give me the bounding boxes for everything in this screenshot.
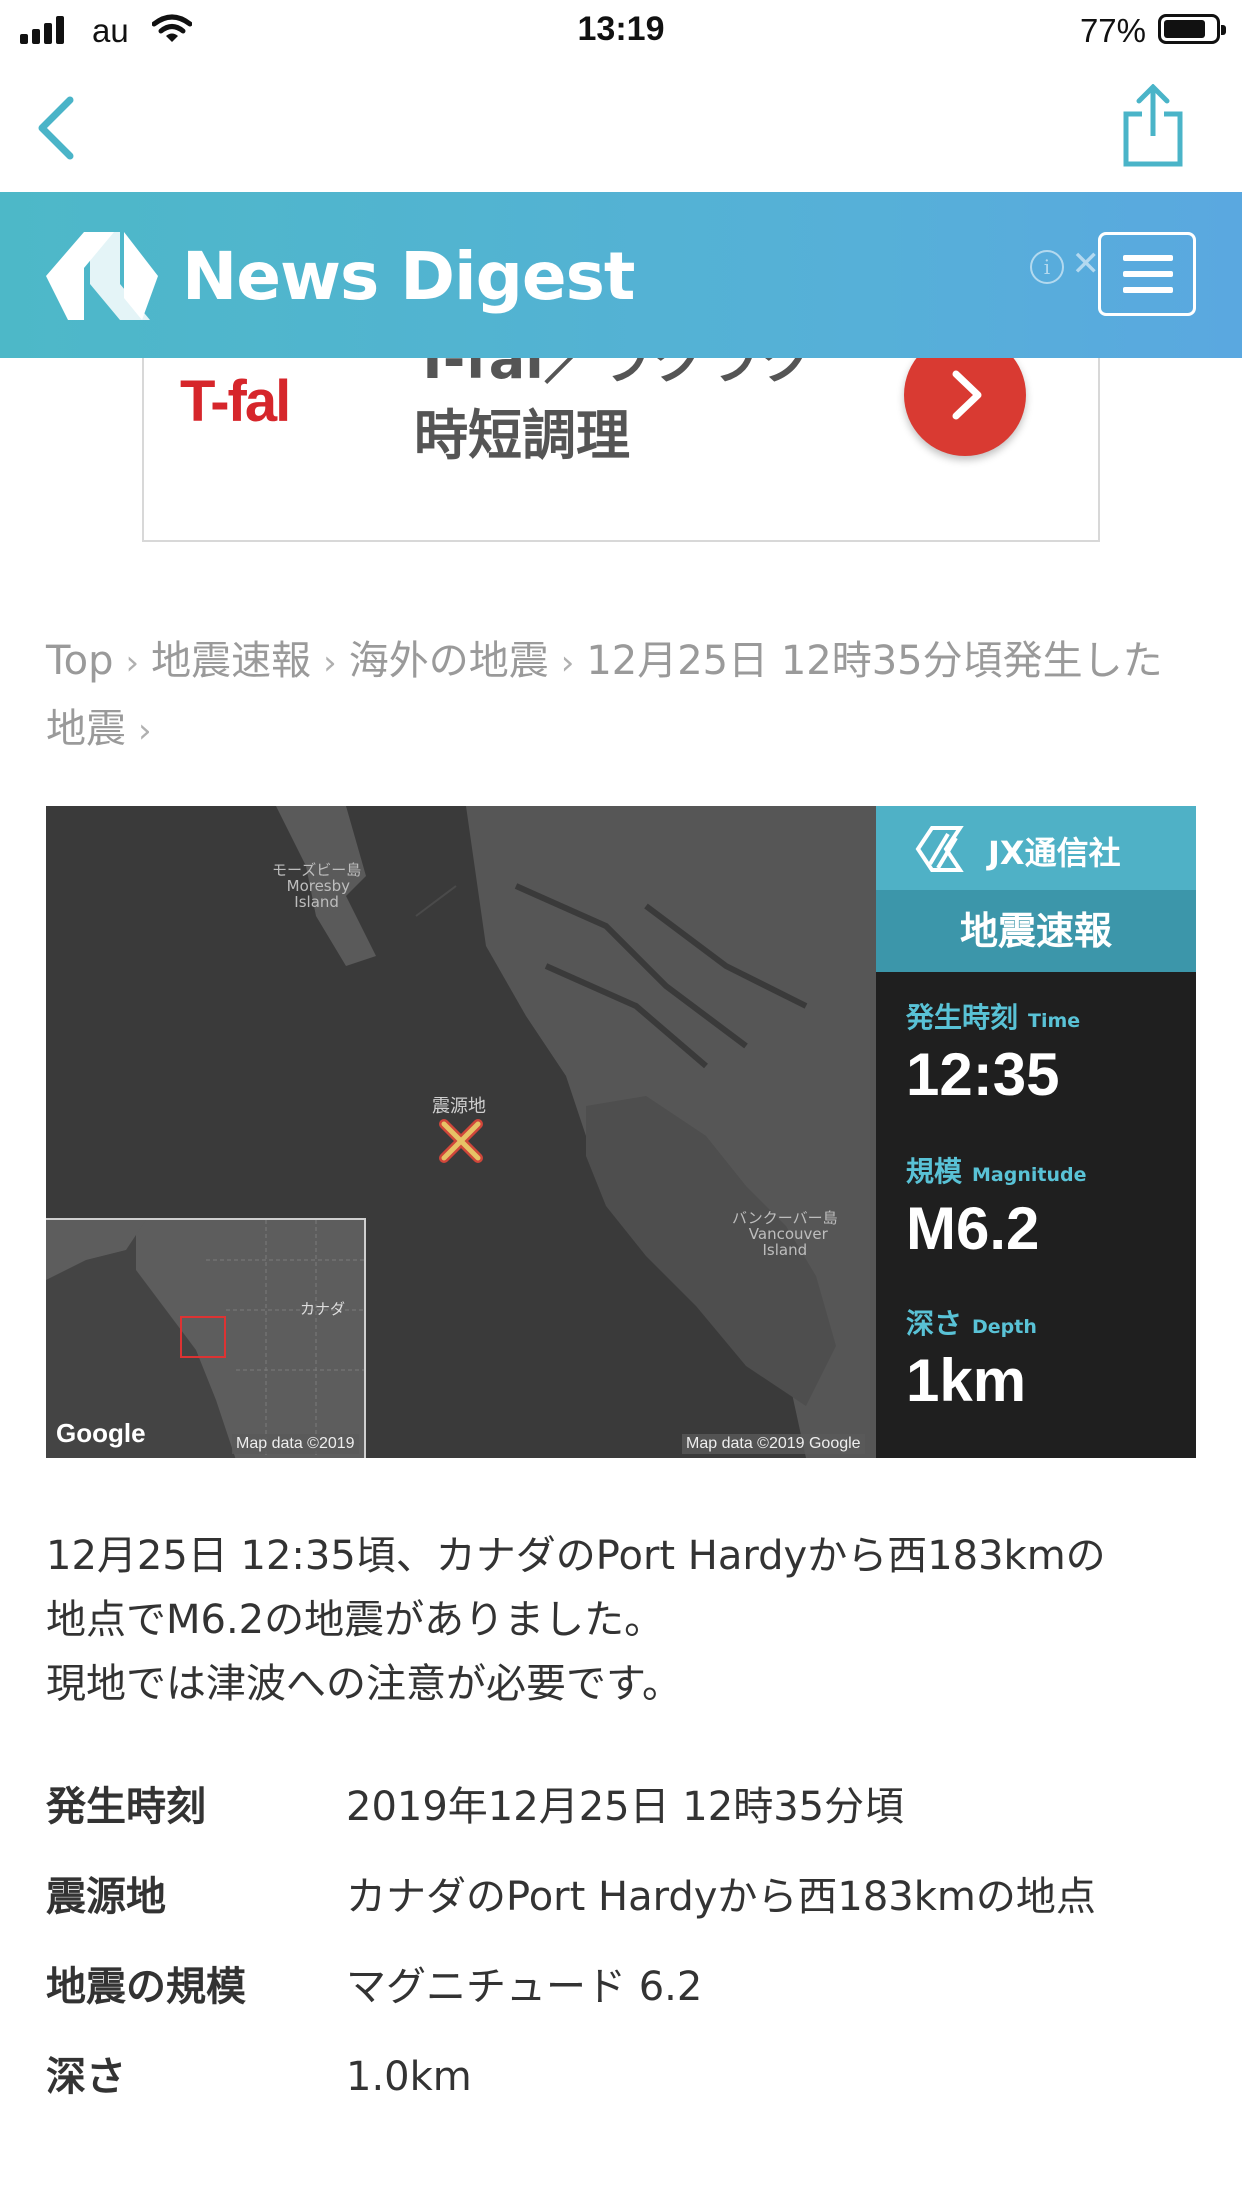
browser-nav [0, 62, 1242, 192]
epicenter-marker-icon [439, 1119, 483, 1163]
quake-summary: 12月25日 12:35頃、カナダのPort Hardyから西183kmの 地点… [46, 1524, 1196, 1716]
detail-label: 震源地 [46, 1874, 166, 1920]
site-header: News Digest i ✕ [0, 192, 1242, 358]
detail-row-depth: 深さ 1.0km [46, 2042, 1196, 2132]
detail-row-magnitude: 地震の規模 マグニチュード 6.2 [46, 1952, 1196, 2042]
ad-brand-logo: T-fal [180, 369, 291, 434]
ad-text-line2: 時短調理 [414, 404, 630, 467]
detail-label: 深さ [46, 2054, 126, 2100]
detail-value: マグニチュード 6.2 [346, 1964, 703, 2010]
map-label-moresby: モーズビー島 Moresby Island [272, 861, 362, 911]
ad-info-icon[interactable]: i [1030, 250, 1064, 284]
earthquake-map: モーズビー島 Moresby Island バンクーバー島 Vancouver Is… [46, 806, 1196, 1458]
map-attribution-main[interactable]: Map data ©2019 Google [682, 1434, 865, 1454]
panel-depth-value: 1km [906, 1347, 1027, 1414]
panel-time-value: 12:35 [906, 1041, 1060, 1108]
breadcrumb-top[interactable]: Top [46, 638, 114, 684]
battery-percent: 77% [1079, 12, 1146, 49]
detail-value: カナダのPort Hardyから西183kmの地点 [346, 1874, 1096, 1920]
summary-line2: 地点でM6.2の地震がありました。 [46, 1597, 665, 1643]
jx-logo-icon [915, 826, 964, 872]
share-icon[interactable] [1120, 84, 1186, 168]
battery-icon [1158, 14, 1226, 44]
panel-depth: 深さ Depth 1km [906, 1307, 1037, 1414]
agency-name: JX通信社 [988, 834, 1121, 872]
back-chevron-icon[interactable] [30, 92, 80, 162]
breadcrumb-earthquake[interactable]: 地震速報 [151, 638, 311, 684]
status-bar: au 13:19 77% [0, 0, 1242, 62]
detail-value: 1.0km [346, 2054, 472, 2100]
panel-magnitude: 規模 Magnitude M6.2 [906, 1155, 1087, 1262]
detail-row-time: 発生時刻 2019年12月25日 12時35分頃 [46, 1772, 1196, 1862]
google-logo: Google [56, 1418, 146, 1448]
inset-location-box [180, 1316, 226, 1358]
panel-time: 発生時刻 Time 12:35 [906, 1001, 1081, 1108]
map-label-vancouver: バンクーバー島 Vancouver Island [732, 1209, 838, 1259]
summary-line1: 12月25日 12:35頃、カナダのPort Hardyから西183kmの [46, 1533, 1106, 1579]
detail-value: 2019年12月25日 12時35分頃 [346, 1784, 905, 1830]
panel-magnitude-value: M6.2 [906, 1195, 1040, 1262]
panel-title: 地震速報 [876, 890, 1196, 972]
news-digest-logo-icon [46, 232, 158, 320]
detail-label: 発生時刻 [46, 1784, 206, 1830]
summary-line3: 現地では津波への注意が必要です。 [46, 1661, 682, 1707]
epicenter-label: 震源地 [432, 1096, 486, 1117]
clock: 13:19 [577, 10, 665, 48]
panel-header: JX通信社 [876, 806, 1196, 890]
breadcrumb-overseas[interactable]: 海外の地震 [349, 638, 549, 684]
site-logo-text[interactable]: News Digest [182, 238, 635, 315]
map-attribution-inset[interactable]: Map data ©2019 [232, 1434, 359, 1454]
ad-close-icon[interactable]: ✕ [1072, 244, 1101, 284]
detail-label: 地震の規模 [46, 1964, 246, 2010]
quake-info-panel: JX通信社 地震速報 発生時刻 Time 12:35 規模 Magnitude M6… [876, 806, 1196, 1458]
detail-row-epicenter: 震源地 カナダのPort Hardyから西183kmの地点 [46, 1862, 1196, 1952]
breadcrumb: Top › 地震速報 › 海外の地震 › 12月25日 12時35分頃発生した地震 › [46, 638, 1163, 752]
inset-label-canada: カナダ [300, 1300, 346, 1318]
quake-details: 発生時刻 2019年12月25日 12時35分頃 震源地 カナダのPort Ha… [46, 1772, 1196, 2132]
menu-button[interactable] [1098, 232, 1196, 316]
